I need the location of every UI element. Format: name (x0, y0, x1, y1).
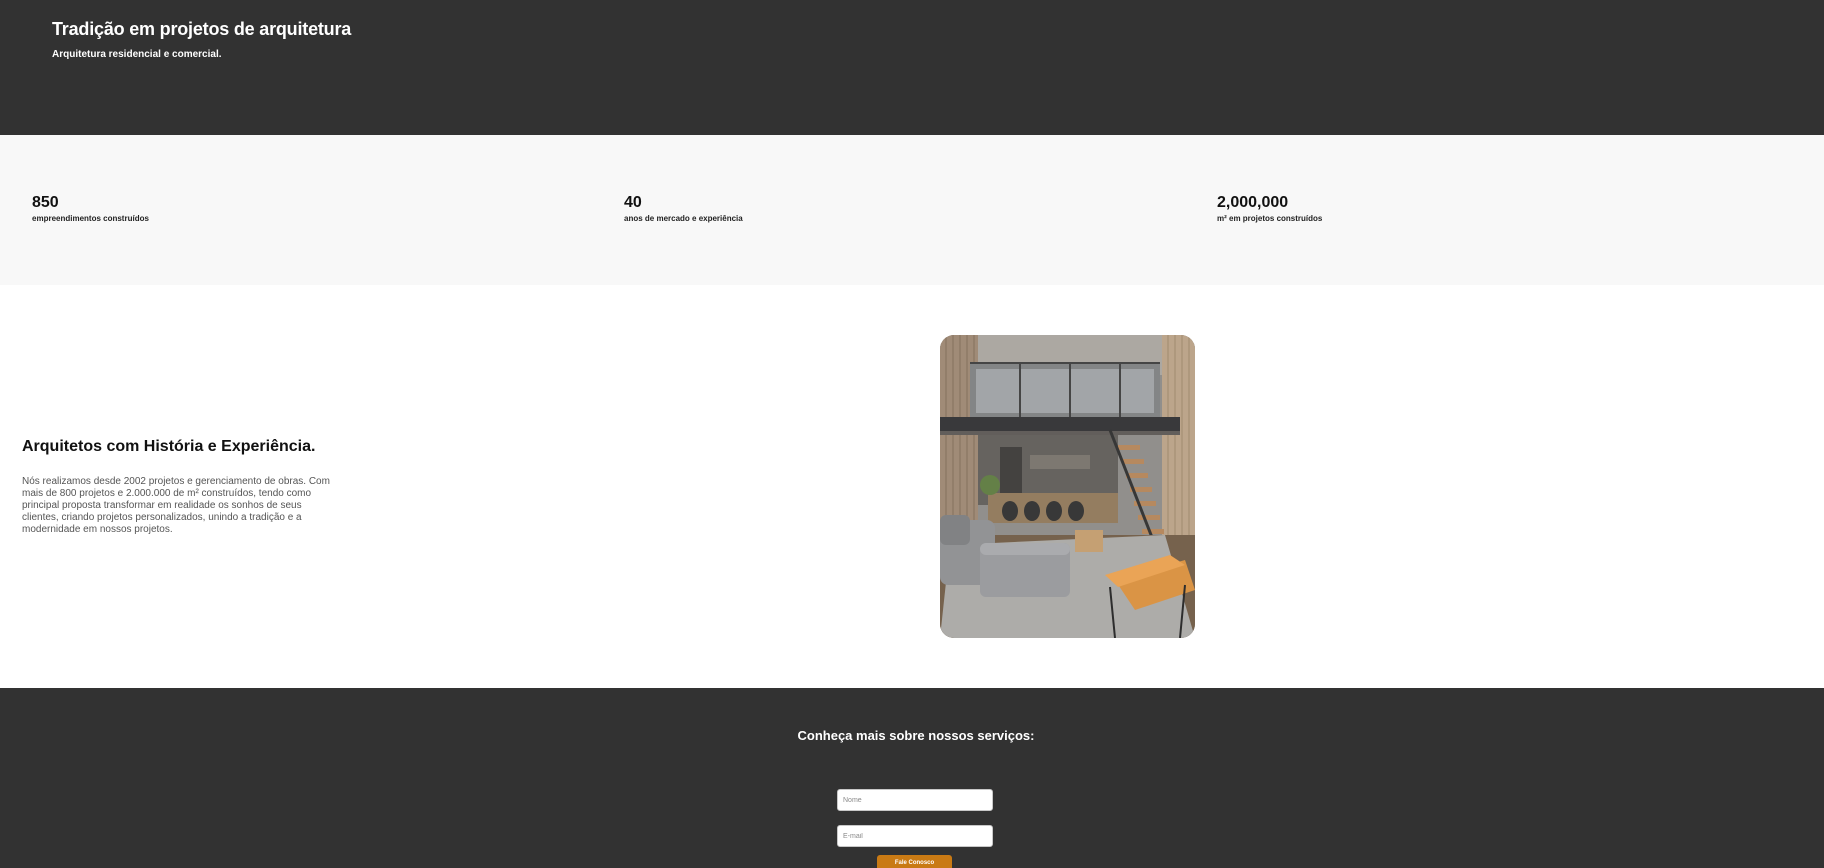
stat-value: 40 (624, 194, 642, 211)
email-input[interactable] (837, 825, 993, 847)
hero-title: Tradição em projetos de arquitetura (52, 19, 352, 39)
stats-section: 850 empreendimentos construídos 40 anos … (0, 135, 1824, 285)
loft-interior-illustration (940, 335, 1195, 638)
stat-projects: 850 empreendimentos construídos (32, 194, 149, 223)
stat-area: 2,000,000 m² em projetos construídos (1217, 194, 1322, 223)
loft-interior-photo (940, 335, 1195, 638)
stat-label: empreendimentos construídos (32, 214, 149, 223)
contact-submit-button[interactable]: Fale Conosco (877, 855, 952, 868)
hero-section: Tradição em projetos de arquitetura Arqu… (0, 0, 1824, 135)
contact-section: Conheça mais sobre nossos serviços: Fale… (0, 688, 1824, 868)
name-input[interactable] (837, 789, 993, 811)
stat-value: 850 (32, 194, 59, 211)
about-heading: Arquitetos com História e Experiência. (22, 438, 316, 455)
stat-value: 2,000,000 (1217, 194, 1289, 211)
stat-years: 40 anos de mercado e experiência (624, 194, 743, 223)
stat-label: anos de mercado e experiência (624, 214, 743, 223)
about-section: Arquitetos com História e Experiência. N… (0, 285, 1824, 688)
about-text: Nós realizamos desde 2002 projetos e ger… (22, 476, 330, 535)
contact-heading: Conheça mais sobre nossos serviços: (797, 728, 1035, 743)
hero-subtitle: Arquitetura residencial e comercial. (52, 49, 222, 60)
stat-label: m² em projetos construídos (1217, 214, 1323, 223)
